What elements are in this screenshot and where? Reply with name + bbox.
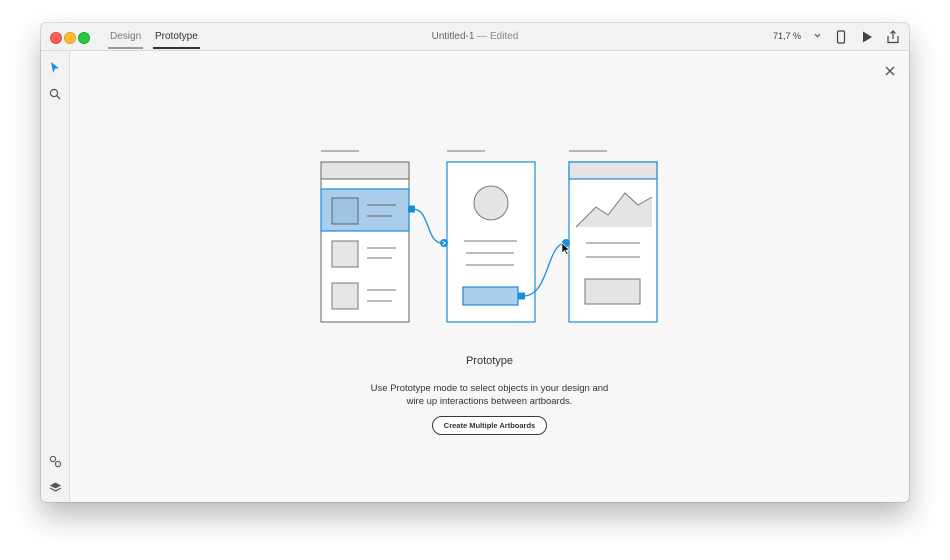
prototype-illustration xyxy=(320,150,658,323)
canvas-area: Prototype Use Prototype mode to select o… xyxy=(70,51,909,502)
play-icon[interactable] xyxy=(861,30,873,44)
description-line-2: wire up interactions between artboards. xyxy=(406,395,573,407)
doc-separator: — xyxy=(477,31,488,42)
doc-name: Untitled-1 xyxy=(431,31,475,42)
device-preview-icon[interactable] xyxy=(836,30,846,44)
layers-icon[interactable] xyxy=(49,481,62,494)
share-icon[interactable] xyxy=(886,30,900,44)
select-arrow-icon[interactable] xyxy=(49,61,61,75)
artboard-list-illustration xyxy=(320,161,410,323)
zoom-level[interactable]: 71,7 % xyxy=(773,23,801,50)
doc-status: Edited xyxy=(490,31,519,42)
search-icon[interactable] xyxy=(49,88,61,100)
close-icon[interactable] xyxy=(884,65,896,77)
create-multiple-artboards-button[interactable]: Create Multiple Artboards xyxy=(432,416,547,435)
title-bar: Design Prototype Untitled-1 — Edited 71,… xyxy=(41,23,909,51)
description-line-1: Use Prototype mode to select objects in … xyxy=(370,383,609,394)
app-window: Design Prototype Untitled-1 — Edited 71,… xyxy=(41,23,909,502)
artboard-chart-illustration xyxy=(568,161,658,323)
symbols-icon[interactable] xyxy=(49,455,62,468)
empty-state-heading: Prototype xyxy=(465,355,514,367)
chevron-down-icon[interactable] xyxy=(813,31,822,40)
tools-sidebar xyxy=(41,51,70,502)
empty-state-description: Use Prototype mode to select objects in … xyxy=(70,383,909,408)
